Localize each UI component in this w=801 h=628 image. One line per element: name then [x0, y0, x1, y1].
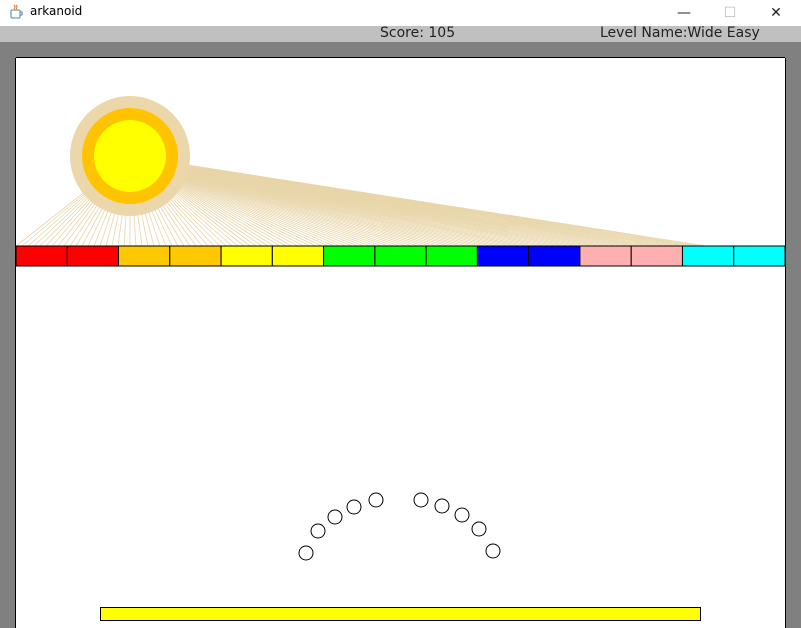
close-button[interactable]: ✕ [753, 0, 799, 26]
maximize-button[interactable]: ☐ [707, 0, 753, 26]
block [323, 245, 376, 267]
block [681, 245, 735, 267]
block [374, 245, 427, 267]
ball [368, 492, 384, 508]
ball [310, 523, 326, 539]
score-bar: Score: 105 Level Name:Wide Easy [0, 25, 801, 42]
level-name-indicator: Level Name:Wide Easy [600, 25, 760, 41]
block [271, 245, 325, 267]
java-app-icon [10, 4, 23, 19]
block [733, 245, 786, 267]
block [476, 245, 530, 267]
block [630, 245, 683, 267]
block-row [15, 245, 786, 267]
block [579, 245, 632, 267]
block [118, 245, 171, 267]
left-wall [0, 58, 16, 628]
minimize-button[interactable]: — [661, 0, 707, 26]
ball [454, 507, 470, 523]
top-wall [0, 42, 801, 58]
block [66, 245, 120, 267]
ball [485, 543, 501, 559]
ball [434, 498, 450, 514]
block [169, 245, 222, 267]
block [425, 245, 478, 267]
sun-core [94, 120, 166, 192]
ball [298, 545, 314, 561]
right-wall [785, 58, 801, 628]
ball [471, 521, 487, 537]
window-title: arkanoid [30, 4, 83, 18]
block [220, 245, 273, 267]
score-indicator: Score: 105 [380, 25, 456, 41]
ball [413, 492, 429, 508]
paddle[interactable] [100, 607, 701, 621]
block [528, 245, 581, 267]
block [15, 245, 68, 267]
game-canvas[interactable] [0, 42, 801, 628]
window-titlebar: arkanoid — ☐ ✕ [0, 0, 801, 26]
ball [327, 509, 343, 525]
ball [346, 499, 362, 515]
